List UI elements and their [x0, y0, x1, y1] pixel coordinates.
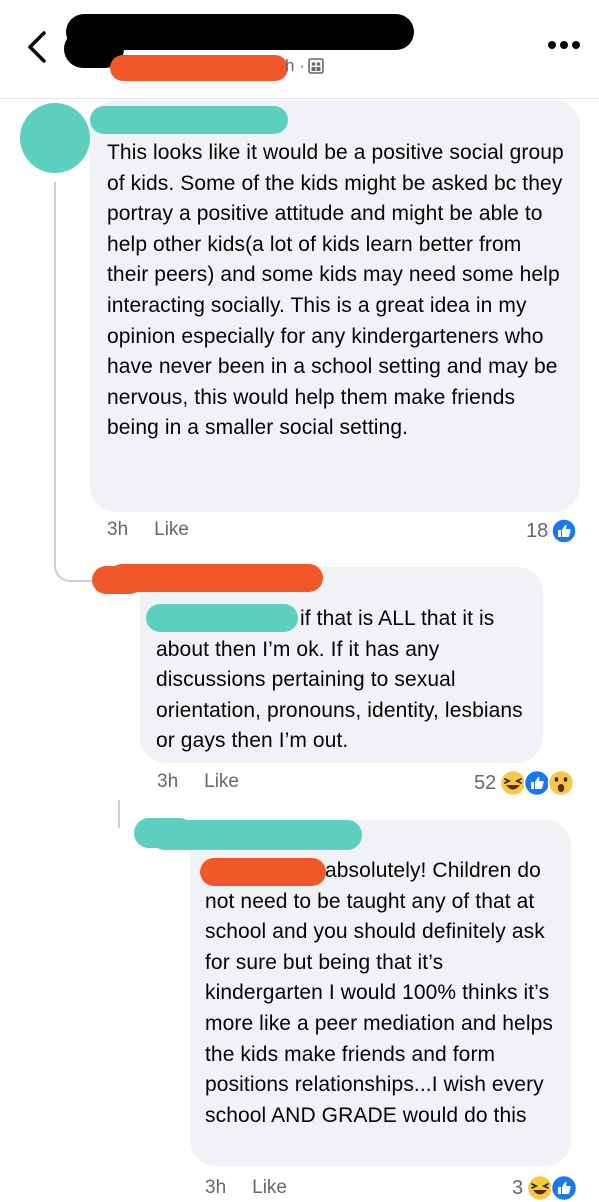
comment-text-2: if that is ALL that it is about then I’m…: [156, 607, 523, 753]
comment-time-3: 3h: [205, 1177, 227, 1198]
comment-actions-1: 3h Like: [107, 519, 189, 541]
reaction-icons-3: [526, 1174, 578, 1202]
comment-text-1: This looks like it would be a positive s…: [107, 141, 564, 440]
comment-text-3: absolutely! Children do not need to be t…: [205, 859, 553, 1127]
comment-time-1: 3h: [107, 519, 129, 540]
redacted-commenter-name-3: [150, 820, 362, 850]
reaction-summary-1[interactable]: 18: [526, 518, 577, 544]
post-meta: h ·: [285, 56, 324, 76]
like-icon: [524, 769, 551, 797]
reaction-count-3: 3: [512, 1176, 524, 1199]
like-button-2[interactable]: Like: [204, 771, 239, 793]
reaction-count-1: 18: [526, 519, 549, 542]
more-options-icon[interactable]: [546, 39, 582, 51]
redacted-timestamp: [110, 55, 288, 81]
reaction-summary-3[interactable]: 3: [512, 1174, 580, 1202]
back-arrow-icon[interactable]: [26, 30, 48, 64]
comment-time-2: 3h: [157, 771, 179, 792]
wow-icon: [548, 769, 575, 797]
time-suffix: h ·: [285, 56, 305, 75]
like-icon: [550, 1174, 578, 1202]
redacted-commenter-name-1: [90, 106, 288, 134]
haha-icon: [526, 1174, 554, 1202]
avatar[interactable]: [20, 103, 90, 173]
friends-icon: [308, 58, 324, 74]
like-icon: [551, 518, 577, 544]
reaction-count-2: 52: [474, 771, 497, 794]
like-button-1[interactable]: Like: [154, 519, 189, 541]
haha-icon: [500, 769, 527, 797]
redacted-commenter-name-2: [108, 564, 323, 592]
comment-actions-2: 3h Like: [157, 771, 239, 793]
comment-actions-3: 3h Like: [205, 1177, 287, 1199]
like-button-3[interactable]: Like: [252, 1177, 287, 1199]
reaction-summary-2[interactable]: 52: [474, 769, 577, 797]
reaction-icons-2: [500, 769, 575, 797]
